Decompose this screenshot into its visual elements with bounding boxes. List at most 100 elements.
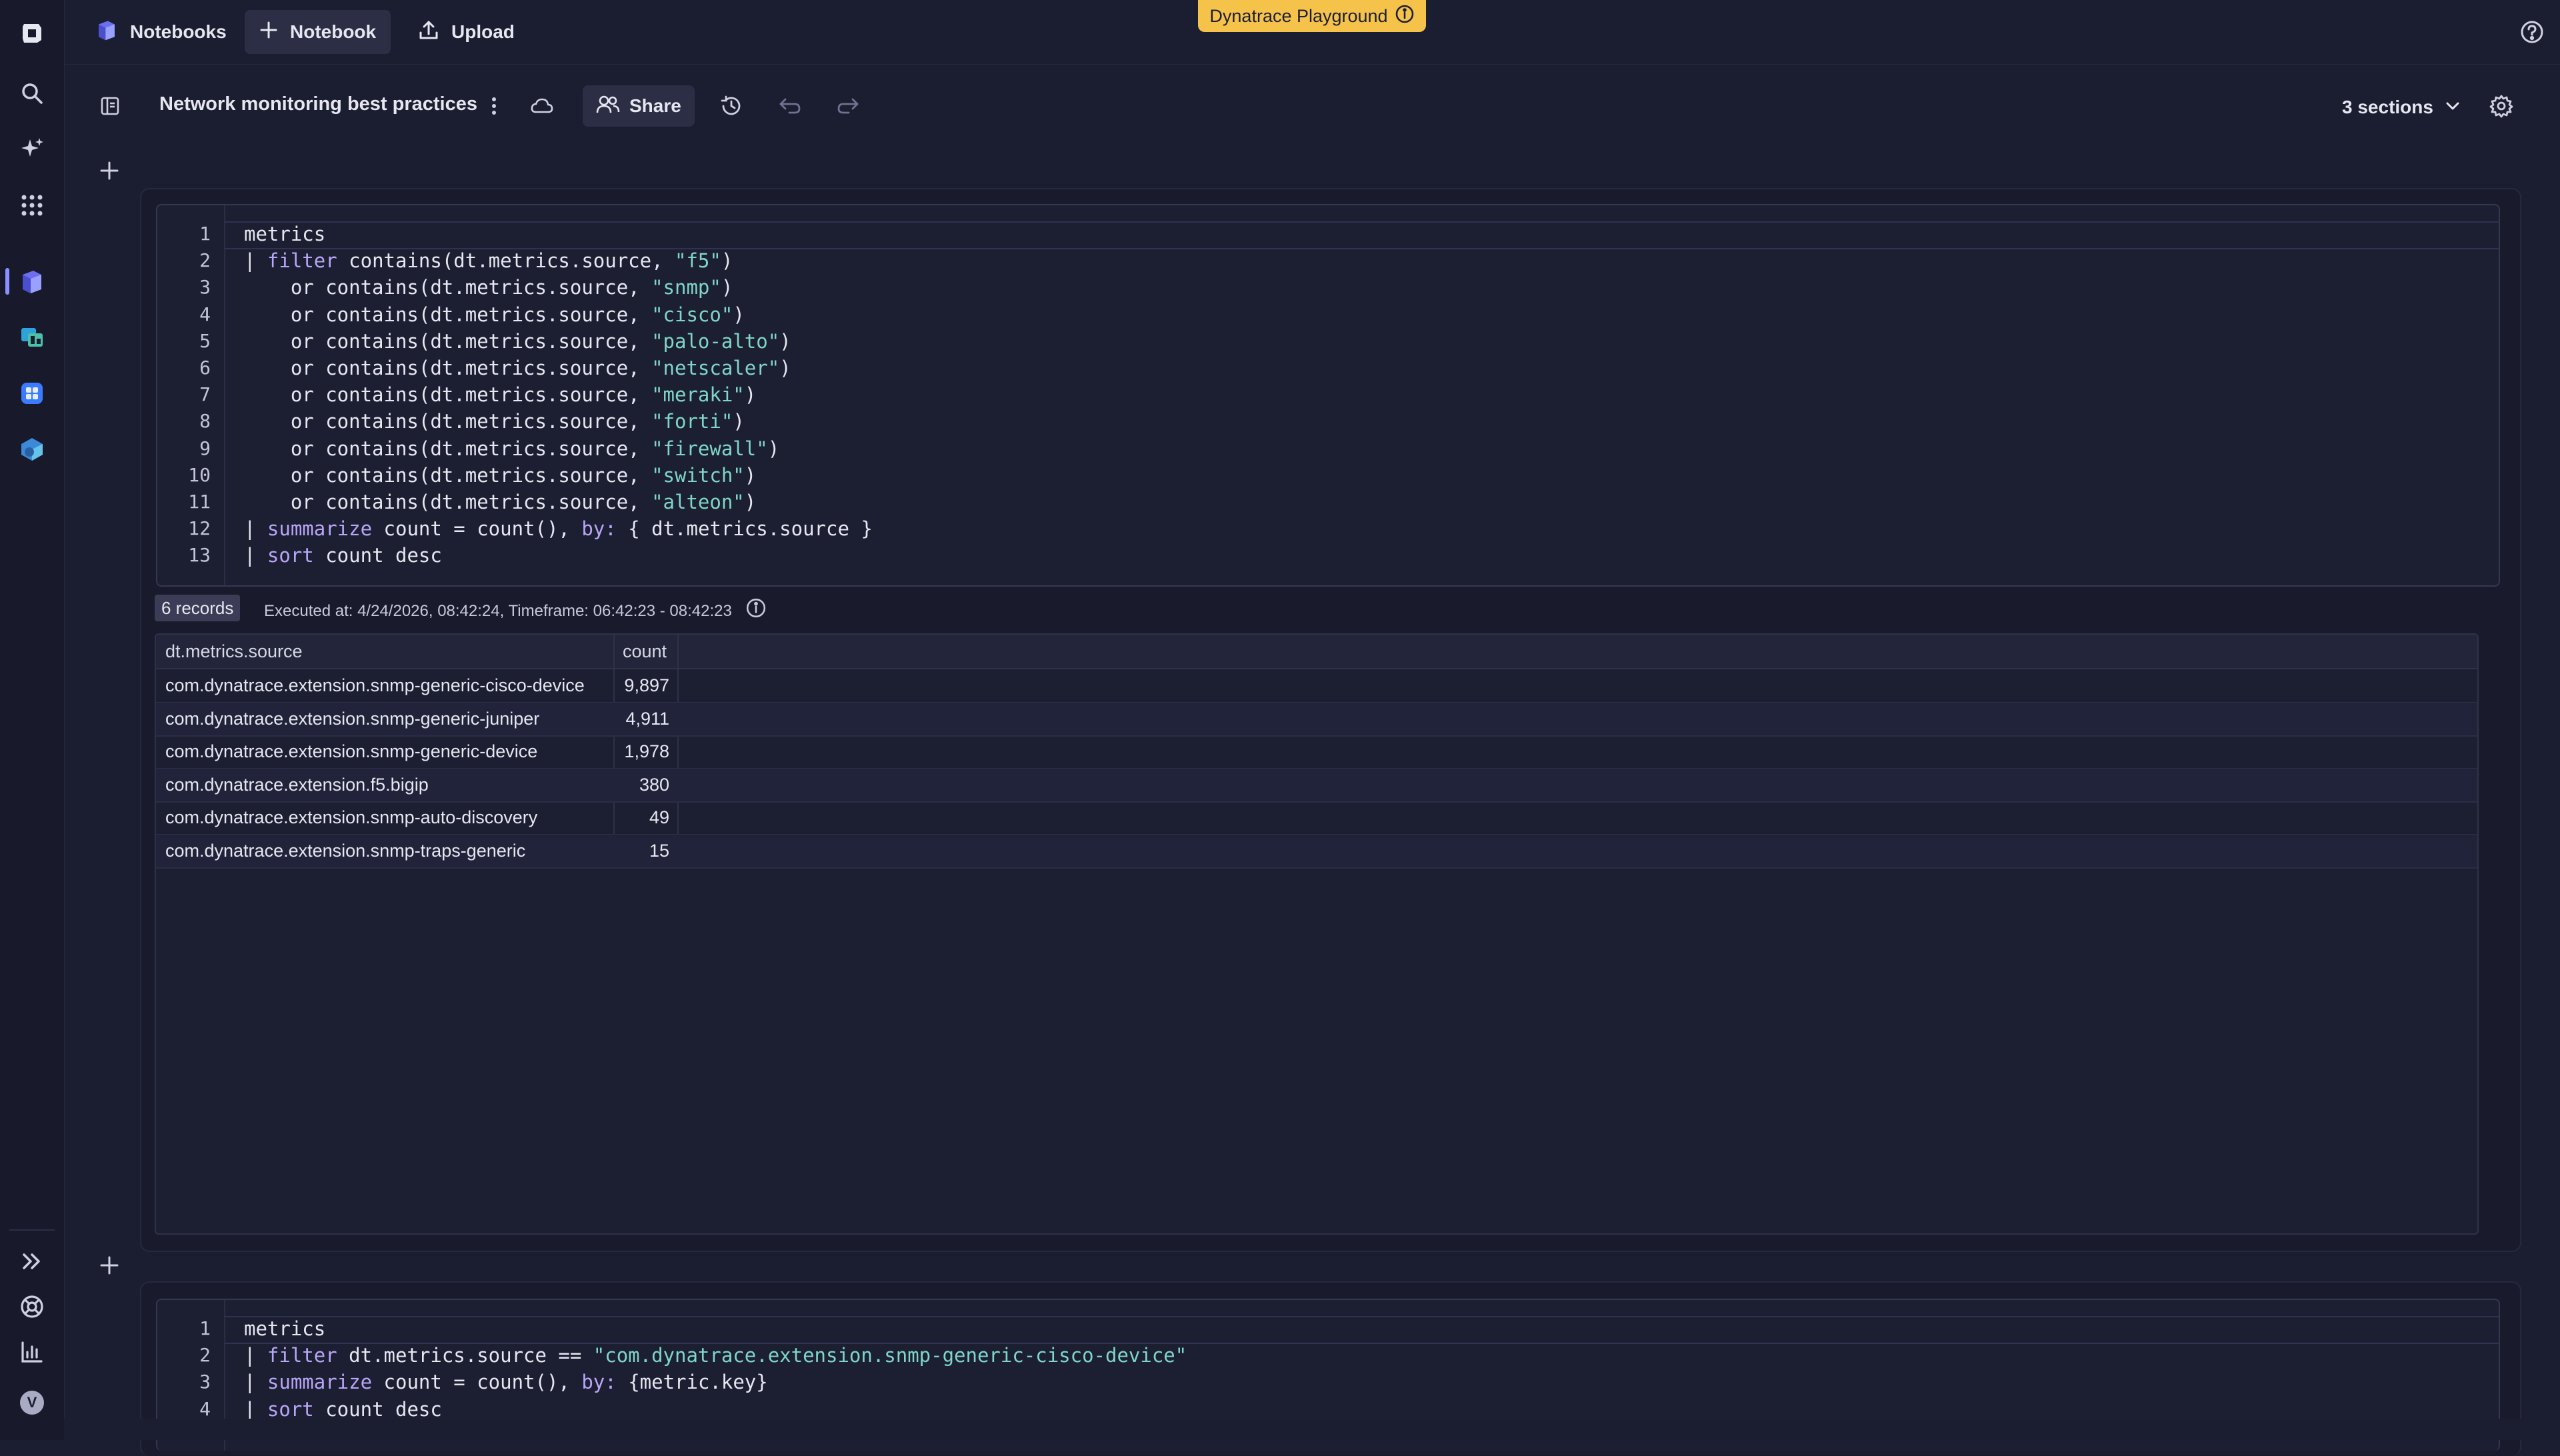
code-line[interactable]: or contains(dt.metrics.source, "palo-alt…: [244, 330, 791, 353]
code-keyword: sort: [267, 1397, 314, 1421]
code-keyword: summarize: [267, 1371, 373, 1394]
playground-banner[interactable]: Dynatrace Playground: [1198, 0, 1426, 32]
redo-icon[interactable]: [832, 90, 864, 122]
table-row[interactable]: com.dynatrace.extension.f5.bigip 380: [156, 768, 2477, 803]
code-line[interactable]: or contains(dt.metrics.source, "meraki"): [244, 383, 756, 406]
cell-count: 15: [649, 841, 669, 861]
dql-editor-1[interactable]: 1 2 3 4 5 6 7 8 9 10 11 12 13 metrics | filter contai…: [156, 204, 2500, 587]
code-token: count desc: [313, 544, 442, 567]
code-line[interactable]: metrics: [244, 1317, 325, 1340]
cell-count: 49: [649, 807, 669, 828]
line-number: 6: [199, 357, 211, 379]
dashboards-app-icon[interactable]: [16, 321, 48, 353]
more-options-icon[interactable]: [478, 90, 510, 122]
launcher-app-icon[interactable]: [16, 377, 48, 409]
user-avatar[interactable]: V: [16, 1387, 48, 1419]
cell-source: com.dynatrace.extension.snmp-traps-gener…: [165, 841, 526, 861]
code-token: ): [779, 329, 791, 353]
code-line[interactable]: or contains(dt.metrics.source, "forti"): [244, 410, 745, 433]
code-token: ): [779, 357, 791, 379]
execution-info: Executed at: 4/24/2026, 08:42:24, Timefr…: [264, 597, 767, 625]
cloud-sync-icon[interactable]: [526, 90, 558, 122]
outline-panel-icon[interactable]: [94, 90, 126, 122]
code-keyword: filter: [267, 1344, 337, 1367]
code-token: ): [733, 303, 745, 326]
code-token: or contains(dt.metrics.source,: [244, 491, 652, 513]
code-token: |: [244, 544, 267, 567]
upload-button[interactable]: Upload: [403, 10, 529, 54]
help-support-icon[interactable]: [16, 1291, 48, 1323]
code-line[interactable]: metrics: [244, 223, 325, 245]
code-string: "alteon": [651, 491, 745, 513]
execution-info-icon[interactable]: [745, 597, 767, 625]
table-row[interactable]: com.dynatrace.extension.snmp-generic-cis…: [156, 669, 2477, 703]
code-line[interactable]: | summarize count = count(), by: {metric…: [244, 1371, 768, 1393]
dynatrace-logo-icon[interactable]: [16, 17, 48, 49]
help-icon[interactable]: [2519, 19, 2545, 45]
code-line[interactable]: | filter contains(dt.metrics.source, "f5…: [244, 249, 733, 272]
sections-dropdown[interactable]: 3 sections: [2342, 91, 2460, 124]
column-header-count[interactable]: count: [623, 635, 667, 667]
left-app-rail: V: [0, 0, 65, 1440]
code-string: "forti": [651, 410, 733, 433]
users-icon: [596, 95, 620, 118]
code-line[interactable]: or contains(dt.metrics.source, "snmp"): [244, 276, 733, 299]
search-icon[interactable]: [16, 77, 48, 109]
active-app-indicator: [5, 268, 9, 295]
code-line[interactable]: or contains(dt.metrics.source, "cisco"): [244, 303, 745, 326]
executed-text: Executed at: 4/24/2026, 08:42:24, Timefr…: [264, 602, 732, 620]
code-line[interactable]: | sort count desc: [244, 1398, 442, 1421]
add-section-button-top[interactable]: [99, 160, 120, 181]
code-string: "cisco": [651, 303, 733, 326]
code-token: metrics: [244, 1317, 326, 1340]
table-row[interactable]: com.dynatrace.extension.snmp-auto-discov…: [156, 801, 2477, 836]
undo-icon[interactable]: [774, 90, 806, 122]
column-header-source[interactable]: dt.metrics.source: [165, 635, 303, 667]
share-button[interactable]: Share: [583, 85, 695, 127]
line-number: 3: [199, 1371, 211, 1393]
table-header: dt.metrics.source count: [156, 635, 2477, 669]
code-line[interactable]: | sort count desc: [244, 544, 442, 567]
expand-rail-icon[interactable]: [16, 1245, 48, 1277]
code-line[interactable]: or contains(dt.metrics.source, "netscale…: [244, 357, 791, 379]
code-line[interactable]: | summarize count = count(), by: { dt.me…: [244, 517, 873, 540]
notebooks-app-icon[interactable]: [16, 265, 48, 297]
current-line-highlight: [224, 1316, 2499, 1344]
code-token: contains(dt.metrics.source,: [337, 249, 675, 273]
rail-divider: [9, 1229, 55, 1231]
apps-grid-icon[interactable]: [16, 189, 48, 221]
line-number: 1: [199, 1317, 211, 1339]
cell-source: com.dynatrace.extension.snmp-generic-jun…: [165, 708, 540, 729]
current-line-highlight: [224, 221, 2499, 249]
notebook-title[interactable]: Network monitoring best practices: [159, 93, 477, 115]
table-row[interactable]: com.dynatrace.extension.snmp-traps-gener…: [156, 835, 2477, 869]
code-token: or contains(dt.metrics.source,: [244, 276, 652, 299]
add-section-button-middle[interactable]: [99, 1255, 120, 1276]
code-string: "f5": [675, 249, 721, 273]
upload-label: Upload: [451, 21, 515, 42]
notebooks-nav-button[interactable]: Notebooks: [81, 10, 241, 54]
usage-chart-icon[interactable]: [16, 1336, 48, 1368]
table-row[interactable]: com.dynatrace.extension.snmp-generic-dev…: [156, 735, 2477, 770]
cell-count: 4,911: [625, 708, 669, 729]
code-token: { dt.metrics.source }: [616, 517, 873, 541]
results-table[interactable]: dt.metrics.source count com.dynatrace.ex…: [155, 633, 2479, 1235]
infrastructure-app-icon[interactable]: [16, 433, 48, 465]
code-token: |: [244, 1344, 267, 1367]
new-notebook-button[interactable]: Notebook: [245, 10, 391, 54]
upload-icon: [418, 19, 439, 45]
code-line[interactable]: or contains(dt.metrics.source, "alteon"): [244, 491, 756, 513]
table-row[interactable]: com.dynatrace.extension.snmp-generic-jun…: [156, 702, 2477, 737]
line-number: 7: [199, 383, 211, 406]
history-icon[interactable]: [715, 90, 747, 122]
code-line[interactable]: or contains(dt.metrics.source, "firewall…: [244, 437, 779, 460]
ai-sparkle-icon[interactable]: [16, 133, 48, 165]
code-token: count = count(),: [372, 1371, 582, 1394]
code-token: or contains(dt.metrics.source,: [244, 410, 652, 433]
settings-gear-icon[interactable]: [2485, 90, 2517, 122]
code-line[interactable]: | filter dt.metrics.source == "com.dynat…: [244, 1344, 1187, 1367]
code-string: "switch": [651, 463, 745, 487]
records-count-badge: 6 records: [155, 595, 241, 621]
code-string: "com.dynatrace.extension.snmp-generic-ci…: [593, 1344, 1187, 1367]
code-line[interactable]: or contains(dt.metrics.source, "switch"): [244, 464, 756, 487]
